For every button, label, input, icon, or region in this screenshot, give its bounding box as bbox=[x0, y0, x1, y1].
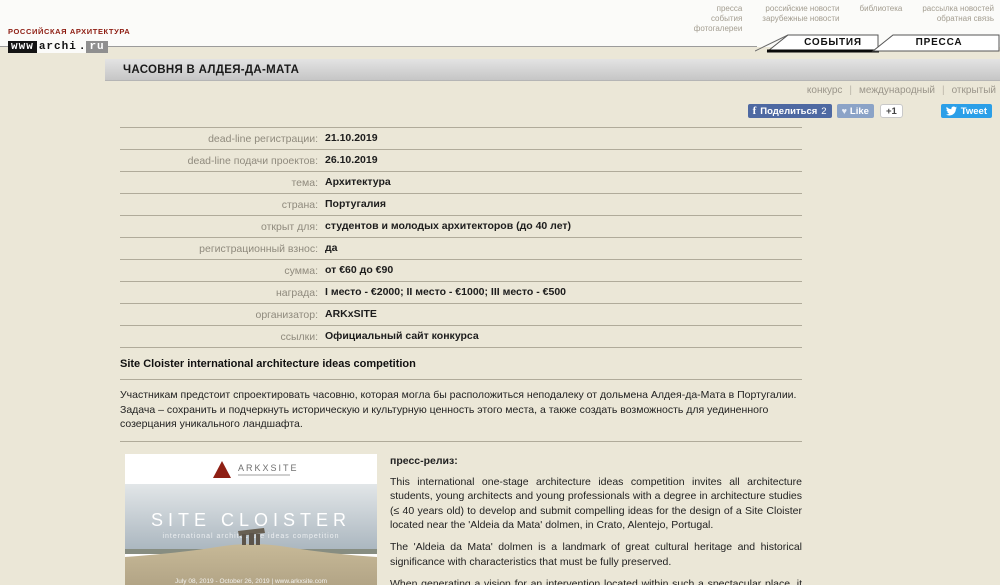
tweet-button[interactable]: Tweet bbox=[941, 104, 992, 118]
nav-group-contact: рассылка новостей обратная связь bbox=[922, 4, 994, 33]
press-paragraph: This international one-stage architectur… bbox=[390, 475, 802, 533]
nav-link-foreign-news[interactable]: зарубежные новости bbox=[762, 14, 839, 23]
competition-meta: конкурс | международный | открытый bbox=[807, 85, 996, 96]
heart-icon: ♥ bbox=[842, 106, 847, 116]
row-label: ссылки: bbox=[120, 330, 325, 343]
logo-dot: . bbox=[79, 41, 87, 53]
dolmen-stone bbox=[249, 533, 254, 545]
social-buttons: f Поделиться 2 ♥ Like +1 Tweet bbox=[748, 104, 992, 118]
row-value: 26.10.2019 bbox=[325, 154, 378, 166]
dolmen-stone bbox=[256, 534, 260, 545]
tweet-label: Tweet bbox=[961, 106, 987, 117]
nav-link-library[interactable]: библиотека bbox=[860, 4, 903, 13]
row-value: 21.10.2019 bbox=[325, 132, 378, 144]
divider bbox=[120, 441, 802, 442]
official-site-link[interactable]: Официальный сайт конкурса bbox=[325, 330, 479, 342]
tab-events[interactable]: СОБЫТИЯ bbox=[788, 37, 878, 48]
row-label: тема: bbox=[120, 176, 325, 189]
competition-poster-image[interactable]: ARKXSITE SITE CLOISTER international arc… bbox=[125, 454, 377, 585]
poster-title: SITE CLOISTER bbox=[151, 510, 351, 530]
divider bbox=[120, 379, 802, 380]
facebook-share-label: Поделиться bbox=[760, 106, 817, 117]
table-row: регистрационный взнос: да bbox=[120, 238, 802, 260]
organizer-value: ARKxSITE bbox=[325, 308, 377, 320]
row-label: открыт для: bbox=[120, 220, 325, 233]
table-row: страна: Португалия bbox=[120, 194, 802, 216]
row-value: Португалия bbox=[325, 198, 386, 210]
site-logo[interactable]: РОССИЙСКАЯ АРХИТЕКТУРА wwwarchi.ru bbox=[8, 27, 130, 53]
row-label: dead-line подачи проектов: bbox=[120, 154, 325, 167]
meta-separator: | bbox=[849, 85, 852, 96]
like-label: Like bbox=[850, 106, 869, 117]
nav-link-feedback[interactable]: обратная связь bbox=[937, 14, 994, 23]
logo-archi: archi bbox=[37, 41, 79, 53]
nav-group-library: библиотека bbox=[860, 4, 903, 33]
press-paragraph: When generating a vision for an interven… bbox=[390, 577, 802, 585]
intro-paragraph: Участникам предстоит спроектировать часо… bbox=[120, 388, 802, 432]
logo-ru: ru bbox=[86, 41, 107, 53]
row-label: регистрационный взнос: bbox=[120, 242, 325, 255]
table-row: сумма: от €60 до €90 bbox=[120, 260, 802, 282]
nav-group-news: российские новости зарубежные новости bbox=[762, 4, 839, 33]
row-label: страна: bbox=[120, 198, 325, 211]
poster-dates: July 08, 2019 - October 26, 2019 | www.a… bbox=[175, 578, 327, 585]
nav-group-site: пресса события фотогалереи bbox=[694, 4, 743, 33]
facebook-icon: f bbox=[753, 105, 757, 117]
logo-wordmark: wwwarchi.ru bbox=[8, 41, 130, 53]
press-release: пресс-релиз: This international one-stag… bbox=[390, 454, 802, 585]
meta-separator: | bbox=[942, 85, 945, 96]
nav-link-russian-news[interactable]: российские новости bbox=[765, 4, 839, 13]
tab-press[interactable]: ПРЕССА bbox=[893, 37, 985, 48]
competition-info-table: dead-line регистрации: 21.10.2019 dead-l… bbox=[120, 127, 802, 348]
row-value: студентов и молодых архитекторов (до 40 … bbox=[325, 220, 571, 232]
nav-link-sobytiya[interactable]: события bbox=[711, 14, 742, 23]
row-value: от €60 до €90 bbox=[325, 264, 393, 276]
poster-brand-subline bbox=[238, 474, 290, 476]
press-paragraph: The 'Aldeia da Mata' dolmen is a landmar… bbox=[390, 540, 802, 569]
row-value: Архитектура bbox=[325, 176, 391, 188]
press-release-label: пресс-релиз: bbox=[390, 454, 802, 468]
top-nav: пресса события фотогалереи российские но… bbox=[694, 4, 994, 33]
twitter-bird-icon bbox=[946, 106, 957, 116]
like-button[interactable]: ♥ Like bbox=[837, 104, 874, 118]
article-heading: Site Cloister international architecture… bbox=[120, 358, 802, 370]
row-label: организатор: bbox=[120, 308, 325, 321]
article-columns: ARKXSITE SITE CLOISTER international arc… bbox=[120, 454, 802, 585]
row-label: награда: bbox=[120, 286, 325, 299]
plus-one-label: +1 bbox=[886, 106, 897, 117]
dolmen-stone bbox=[242, 534, 246, 545]
meta-link-international[interactable]: международный bbox=[859, 85, 935, 96]
table-row: открыт для: студентов и молодых архитект… bbox=[120, 216, 802, 238]
table-row: тема: Архитектура bbox=[120, 172, 802, 194]
facebook-share-count: 2 bbox=[821, 106, 826, 117]
row-value: да bbox=[325, 242, 338, 254]
nav-link-newsletter[interactable]: рассылка новостей bbox=[922, 4, 994, 13]
row-value: I место - €2000; II место - €1000; III м… bbox=[325, 286, 566, 298]
meta-link-open[interactable]: открытый bbox=[952, 85, 996, 96]
page-title: ЧАСОВНЯ В АЛДЕЯ-ДА-МАТА bbox=[105, 59, 1000, 81]
row-label: dead-line регистрации: bbox=[120, 132, 325, 145]
page: пресса события фотогалереи российские но… bbox=[0, 0, 1000, 585]
nav-link-fotogalerei[interactable]: фотогалереи bbox=[694, 24, 743, 33]
table-row: награда: I место - €2000; II место - €10… bbox=[120, 282, 802, 304]
poster-brand: ARKXSITE bbox=[238, 463, 299, 473]
table-row: ссылки: Официальный сайт конкурса bbox=[120, 326, 802, 348]
table-row: dead-line регистрации: 21.10.2019 bbox=[120, 128, 802, 150]
page-title-bar: ЧАСОВНЯ В АЛДЕЯ-ДА-МАТА bbox=[105, 59, 1000, 81]
logo-tagline: РОССИЙСКАЯ АРХИТЕКТУРА bbox=[8, 27, 130, 36]
row-label: сумма: bbox=[120, 264, 325, 277]
logo-www: www bbox=[8, 41, 37, 53]
table-row: dead-line подачи проектов: 26.10.2019 bbox=[120, 150, 802, 172]
facebook-share-button[interactable]: f Поделиться 2 bbox=[748, 104, 832, 118]
nav-link-pressa[interactable]: пресса bbox=[717, 4, 743, 13]
table-row: организатор: ARKxSITE bbox=[120, 304, 802, 326]
main-content: dead-line регистрации: 21.10.2019 dead-l… bbox=[120, 127, 802, 585]
google-plus-one-button[interactable]: +1 bbox=[880, 104, 903, 118]
meta-link-konkurs[interactable]: конкурс bbox=[807, 85, 843, 96]
